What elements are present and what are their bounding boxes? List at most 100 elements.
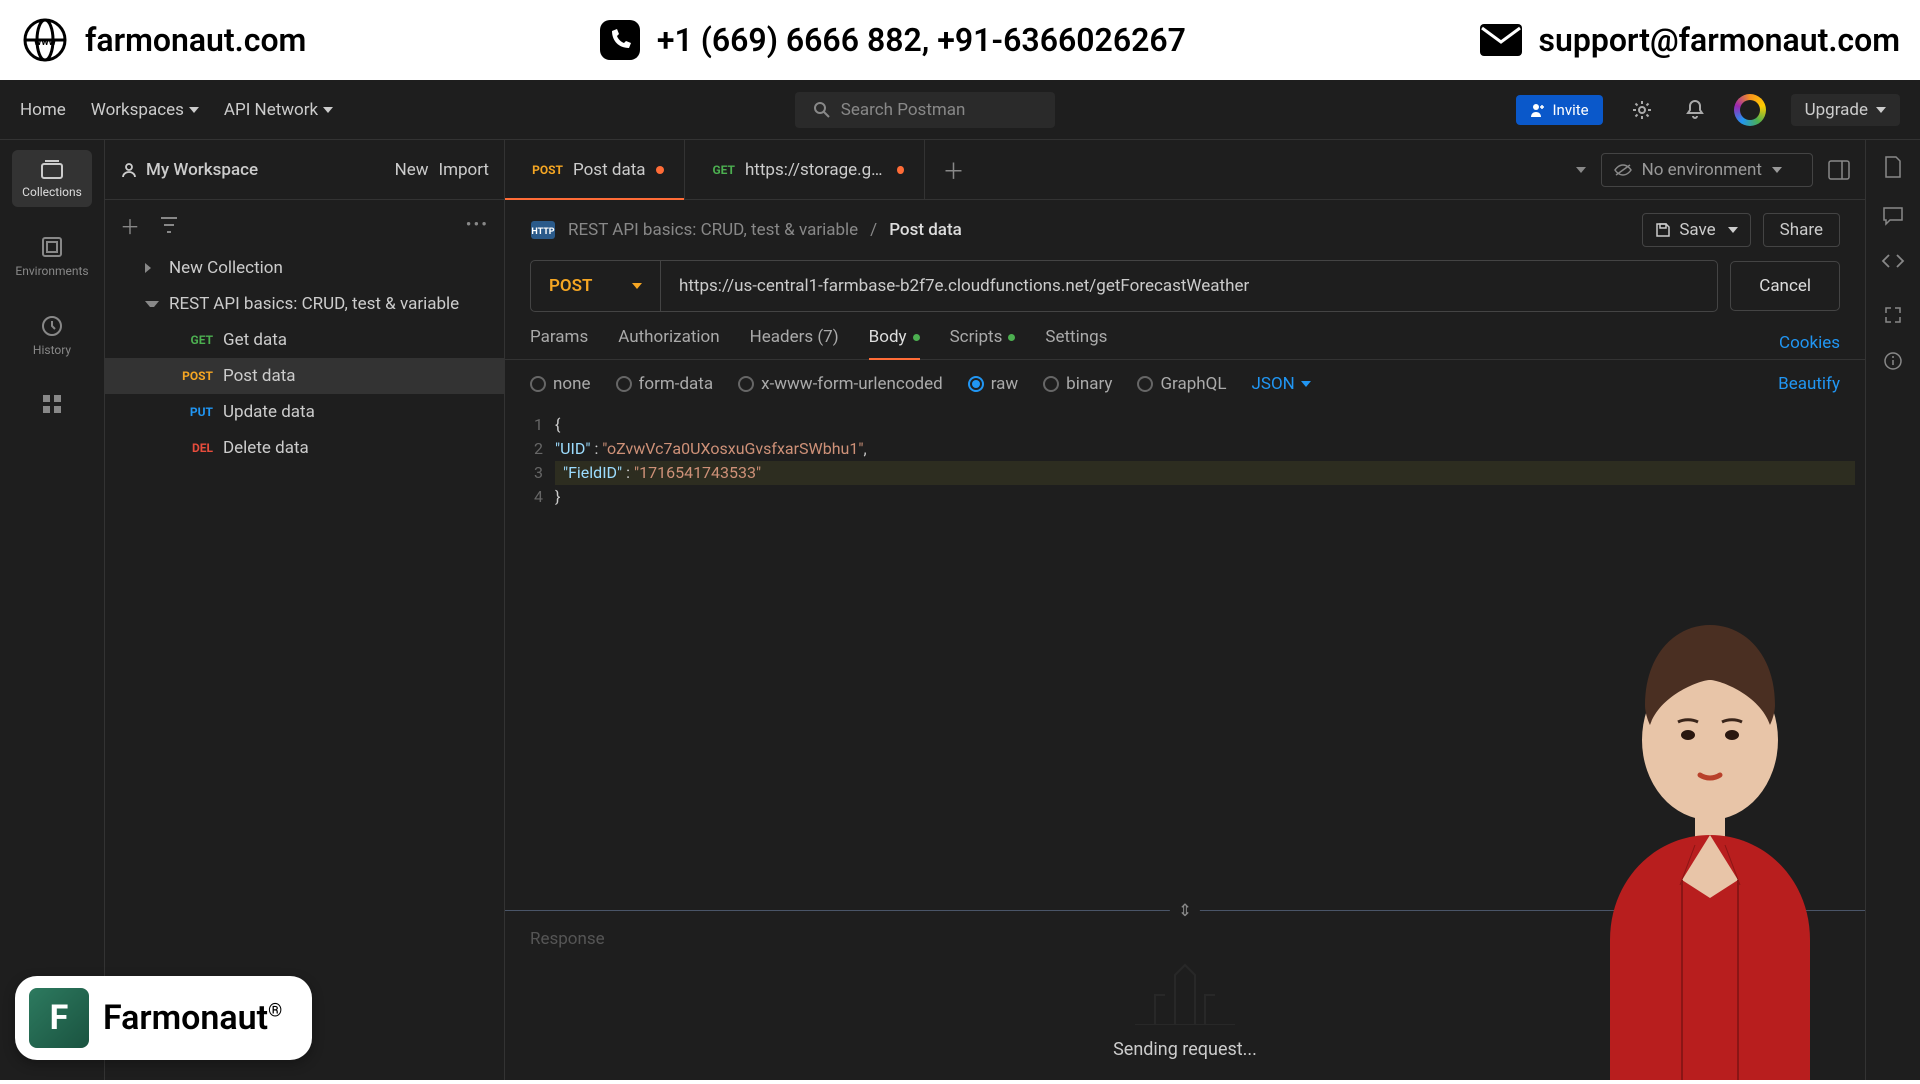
new-button[interactable]: New [395, 160, 429, 180]
http-icon: HTTP [530, 220, 556, 240]
cancel-button[interactable]: Cancel [1730, 261, 1840, 311]
chevron-down-icon [1728, 227, 1738, 233]
code-icon [1881, 253, 1905, 269]
chevron-down-icon [1876, 107, 1886, 113]
rail-history[interactable]: History [12, 306, 92, 365]
body-type-none[interactable]: none [530, 374, 591, 394]
tab-post-data[interactable]: POST Post data [505, 140, 685, 199]
add-collection-button[interactable]: ＋ [120, 211, 140, 240]
sending-status: Sending request... [1113, 1039, 1257, 1060]
raw-format-select[interactable]: JSON [1251, 374, 1310, 394]
sidebar-toggle-icon[interactable] [1828, 160, 1850, 180]
body-type-binary[interactable]: binary [1043, 374, 1112, 394]
postman-top-nav: Home Workspaces API Network Search Postm… [0, 80, 1920, 140]
sidebar-toolbar: ＋ ••• [105, 200, 504, 250]
nav-api-network[interactable]: API Network [224, 100, 333, 120]
code-button[interactable] [1881, 253, 1905, 274]
body-type-selector: none form-data x-www-form-urlencoded raw… [505, 360, 1865, 408]
collection-name: New Collection [169, 258, 283, 278]
rail-more[interactable] [12, 385, 92, 423]
svg-text:HTTP: HTTP [531, 227, 554, 237]
info-icon [1883, 351, 1903, 371]
www-icon: www [20, 15, 70, 65]
gear-icon [1631, 99, 1653, 121]
tabs-row: POST Post data GET https://storage.googl… [505, 140, 1865, 200]
body-type-graphql[interactable]: GraphQL [1137, 374, 1226, 394]
rail-collections[interactable]: Collections [12, 150, 92, 207]
search-input[interactable]: Search Postman [795, 92, 1055, 128]
tab-get-url[interactable]: GET https://storage.googlea [685, 140, 925, 199]
grid-icon [41, 393, 63, 415]
upgrade-button[interactable]: Upgrade [1791, 94, 1900, 126]
notifications-button[interactable] [1681, 96, 1709, 124]
body-type-form-data[interactable]: form-data [616, 374, 714, 394]
presenter-avatar [1540, 610, 1880, 1080]
method-select[interactable]: POST [531, 261, 661, 311]
nav-home[interactable]: Home [20, 100, 66, 120]
tab-body[interactable]: Body [869, 327, 920, 359]
breadcrumb-parent[interactable]: REST API basics: CRUD, test & variable [568, 220, 858, 240]
cookies-link[interactable]: Cookies [1779, 333, 1840, 353]
beautify-button[interactable]: Beautify [1778, 374, 1840, 394]
new-tab-button[interactable]: ＋ [925, 140, 983, 199]
request-name: Post data [223, 366, 296, 386]
import-button[interactable]: Import [438, 160, 489, 180]
site-url: farmonaut.com [85, 21, 306, 59]
expand-icon [1884, 306, 1902, 324]
info-button[interactable] [1883, 351, 1903, 376]
mail-icon [1478, 22, 1524, 58]
history-icon [40, 314, 64, 338]
sidebar-more-button[interactable]: ••• [466, 215, 489, 235]
method-badge: PUT [175, 405, 213, 419]
invite-button[interactable]: Invite [1516, 95, 1602, 125]
tab-headers[interactable]: Headers (7) [750, 327, 839, 359]
settings-button[interactable] [1628, 96, 1656, 124]
unsaved-dot-icon [656, 166, 664, 174]
method-badge: DEL [175, 441, 213, 455]
workspace-name[interactable]: My Workspace [120, 160, 258, 180]
filter-icon[interactable] [160, 217, 178, 233]
tab-params[interactable]: Params [530, 327, 588, 359]
brand-logo-icon: F [29, 988, 89, 1048]
environments-icon [40, 235, 64, 259]
user-avatar[interactable] [1734, 94, 1766, 126]
method-badge: GET [175, 333, 213, 347]
share-button[interactable]: Share [1763, 213, 1840, 247]
method-badge: GET [705, 163, 735, 177]
save-button[interactable]: Save [1642, 213, 1750, 247]
request-item-delete[interactable]: DEL Delete data [105, 430, 504, 466]
request-item-get[interactable]: GET Get data [105, 322, 504, 358]
search-icon [813, 101, 831, 119]
collection-item[interactable]: New Collection [105, 250, 504, 286]
tab-label: https://storage.googlea [745, 160, 887, 180]
chevron-down-icon [145, 301, 159, 307]
tab-label: Post data [573, 160, 646, 180]
request-item-put[interactable]: PUT Update data [105, 394, 504, 430]
collections-icon [39, 158, 65, 180]
request-item-post[interactable]: POST Post data [105, 358, 504, 394]
tab-settings[interactable]: Settings [1045, 327, 1107, 359]
registered-mark: ® [268, 1001, 282, 1022]
document-icon [1883, 155, 1903, 179]
collections-tree: New Collection REST API basics: CRUD, te… [105, 250, 504, 1080]
body-type-raw[interactable]: raw [968, 374, 1018, 394]
search-placeholder: Search Postman [841, 100, 966, 120]
comments-button[interactable] [1882, 206, 1904, 231]
nav-workspaces[interactable]: Workspaces [91, 100, 199, 120]
collection-item[interactable]: REST API basics: CRUD, test & variable [105, 286, 504, 322]
active-dot-icon [913, 334, 920, 341]
expand-button[interactable] [1884, 306, 1902, 329]
resize-handle[interactable]: ⇕ [1170, 901, 1200, 921]
body-type-urlencoded[interactable]: x-www-form-urlencoded [738, 374, 943, 394]
sidebar: My Workspace New Import ＋ ••• New Collec… [105, 140, 505, 1080]
docs-button[interactable] [1883, 155, 1903, 184]
left-rail: Collections Environments History [0, 140, 105, 1080]
environment-select[interactable]: No environment [1601, 153, 1813, 187]
url-input[interactable] [661, 261, 1717, 311]
person-icon [120, 161, 138, 179]
rail-environments[interactable]: Environments [12, 227, 92, 286]
method-badge: POST [175, 369, 213, 383]
tab-authorization[interactable]: Authorization [618, 327, 719, 359]
tab-scripts[interactable]: Scripts [950, 327, 1016, 359]
tabs-dropdown[interactable] [1576, 167, 1586, 173]
